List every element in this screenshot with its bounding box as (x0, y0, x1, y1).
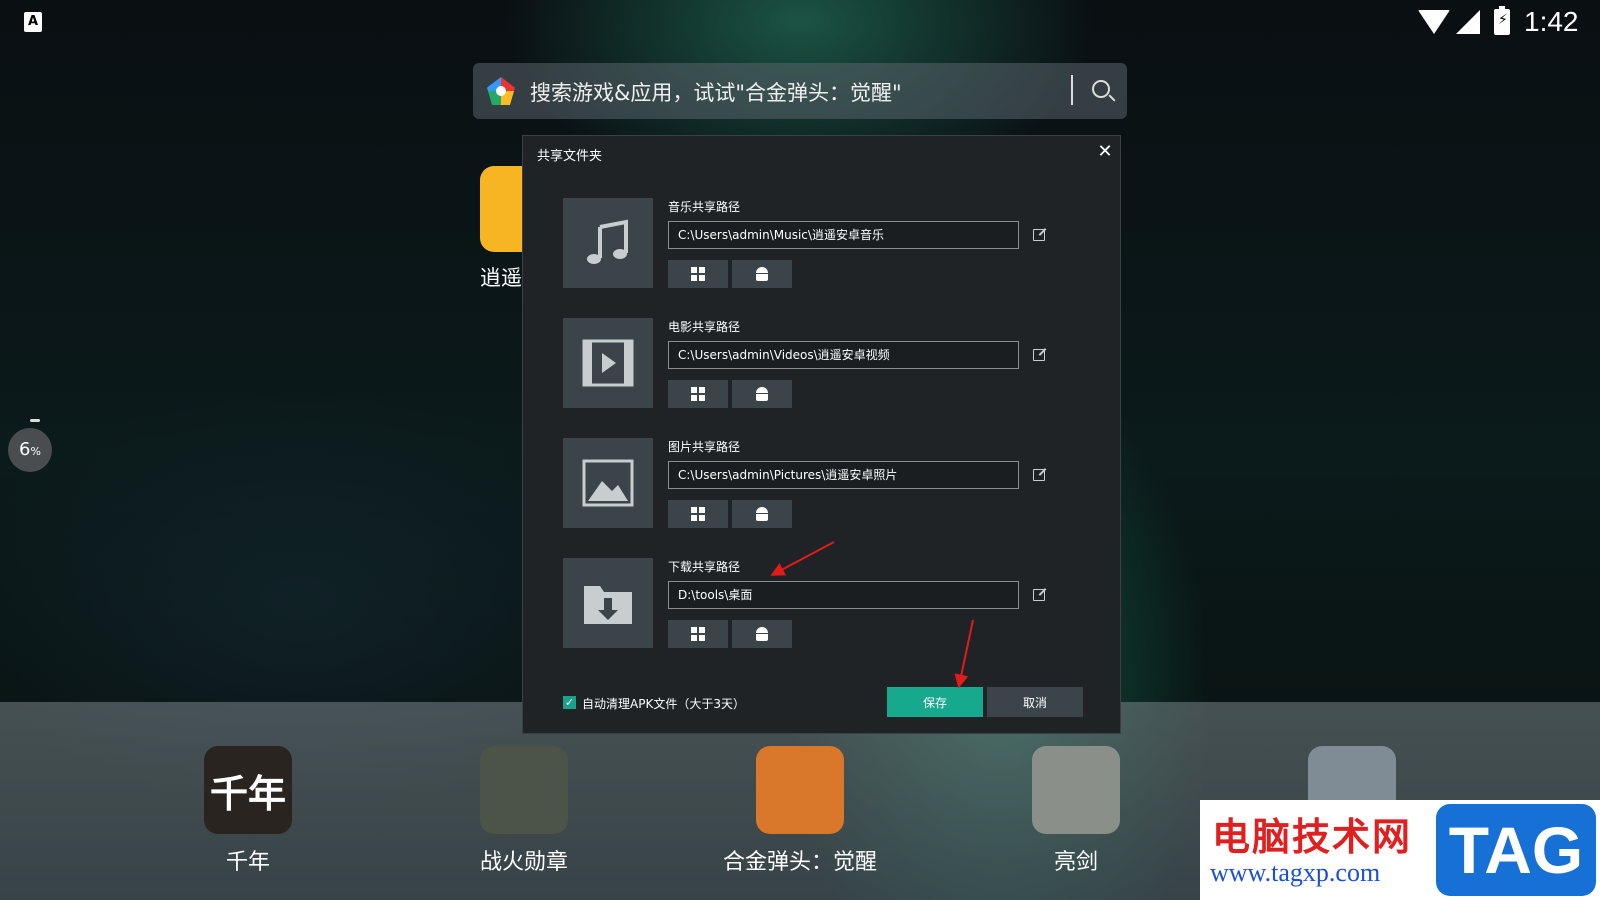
status-time: 1:42 (1524, 6, 1579, 37)
auto-clean-checkbox[interactable]: ✓ (563, 696, 576, 709)
download-share-section: 下载共享路径 D:\tools\桌面 (563, 558, 1083, 650)
picture-path-input[interactable]: C:\Users\admin\Pictures\逍遥安卓照片 (668, 461, 1019, 489)
app-store-logo-icon (487, 77, 515, 105)
dock-app[interactable]: 战火勋章 (444, 746, 604, 876)
open-windows-button[interactable] (668, 620, 728, 648)
edit-icon[interactable] (1033, 229, 1045, 241)
desktop-app-label: 逍遥 (480, 266, 522, 290)
watermark-url: www.tagxp.com (1210, 858, 1381, 887)
open-windows-button[interactable] (668, 500, 728, 528)
download-folder-icon (563, 558, 653, 648)
status-bar: A ⚡ 1:42 (0, 0, 1600, 44)
dock-app[interactable]: 亮剑 (996, 746, 1156, 876)
open-android-button[interactable] (732, 620, 792, 648)
game-app-icon[interactable]: 千年 (204, 746, 292, 834)
video-share-section: 电影共享路径 C:\Users\admin\Videos\逍遥安卓视频 (563, 318, 1083, 410)
android-icon (756, 507, 768, 521)
open-android-button[interactable] (732, 260, 792, 288)
dialog-title: 共享文件夹 (537, 149, 603, 164)
windows-icon (691, 507, 705, 521)
edit-icon[interactable] (1033, 469, 1045, 481)
music-share-section: 音乐共享路径 C:\Users\admin\Music\逍遥安卓音乐 (563, 198, 1083, 290)
watermark-title: 电脑技术网 (1212, 814, 1413, 859)
android-icon (756, 627, 768, 641)
download-path-input[interactable]: D:\tools\桌面 (668, 581, 1019, 609)
music-share-label: 音乐共享路径 (668, 200, 741, 214)
dock-app[interactable]: 千年 千年 (168, 746, 328, 876)
battery-charging-icon: ⚡ (1494, 6, 1510, 35)
watermark-tag: TAG (1436, 804, 1596, 896)
video-path-input[interactable]: C:\Users\admin\Videos\逍遥安卓视频 (668, 341, 1019, 369)
game-app-icon[interactable] (480, 746, 568, 834)
dock-app-label: 战火勋章 (479, 850, 568, 875)
edit-icon[interactable] (1033, 589, 1045, 601)
wifi-icon (1418, 10, 1450, 34)
windows-icon (691, 627, 705, 641)
open-android-button[interactable] (732, 500, 792, 528)
game-app-icon[interactable] (1032, 746, 1120, 834)
dock-app-label: 合金弹头：觉醒 (722, 850, 877, 875)
search-divider (1071, 75, 1073, 105)
open-android-button[interactable] (732, 380, 792, 408)
image-icon (563, 438, 653, 528)
search-icon[interactable] (1092, 80, 1110, 98)
android-icon (756, 387, 768, 401)
dock-app-label: 千年 (225, 850, 270, 875)
progress-value: 6 (19, 439, 31, 460)
save-button[interactable]: 保存 (887, 687, 983, 717)
music-path-input[interactable]: C:\Users\admin\Music\逍遥安卓音乐 (668, 221, 1019, 249)
shared-folder-dialog: 共享文件夹 ✕ 音乐共享路径 C:\Users\admin\Music\逍遥安卓… (522, 135, 1121, 734)
progress-tick (30, 419, 40, 422)
game-app-icon[interactable] (756, 746, 844, 834)
film-icon (563, 318, 653, 408)
notification-a-icon: A (24, 12, 42, 32)
search-placeholder[interactable]: 搜索游戏&应用，试试"合金弹头：觉醒" (530, 77, 902, 107)
android-icon (756, 267, 768, 281)
dock-app-label: 亮剑 (1053, 850, 1098, 875)
signal-icon (1456, 10, 1480, 34)
picture-share-label: 图片共享路径 (668, 440, 741, 454)
auto-clean-label: 自动清理APK文件（大于3天） (582, 697, 745, 711)
windows-icon (691, 267, 705, 281)
picture-share-section: 图片共享路径 C:\Users\admin\Pictures\逍遥安卓照片 (563, 438, 1083, 530)
cancel-button[interactable]: 取消 (987, 687, 1083, 717)
search-bar[interactable]: 搜索游戏&应用，试试"合金弹头：觉醒" (473, 63, 1127, 119)
open-windows-button[interactable] (668, 260, 728, 288)
video-share-label: 电影共享路径 (668, 320, 741, 334)
progress-unit: % (30, 445, 41, 458)
open-windows-button[interactable] (668, 380, 728, 408)
memory-progress-badge[interactable]: 6% (8, 428, 52, 472)
windows-icon (691, 387, 705, 401)
edit-icon[interactable] (1033, 349, 1045, 361)
watermark: 电脑技术网 www.tagxp.com TAG (1200, 800, 1600, 900)
music-note-icon (563, 198, 653, 288)
dock-app[interactable]: 合金弹头：觉醒 (720, 746, 880, 876)
close-icon[interactable]: ✕ (1097, 143, 1113, 161)
download-share-label: 下载共享路径 (668, 560, 741, 574)
